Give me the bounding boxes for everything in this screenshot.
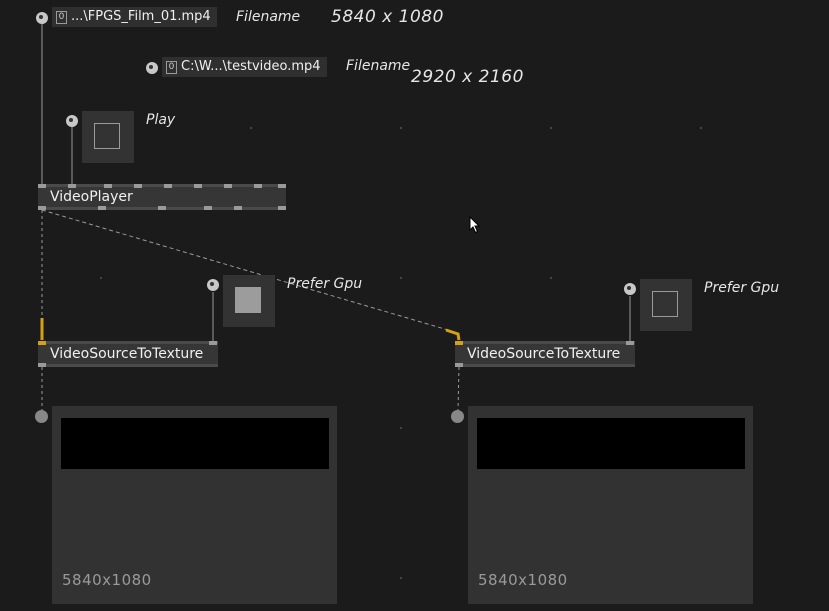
videoplayer-input-pin[interactable] (38, 184, 46, 188)
filename-2-resolution: 2920 x 2160 (411, 67, 524, 87)
filename-1-resolution: 5840 x 1080 (331, 7, 444, 27)
prefer-gpu-2-label: Prefer Gpu (704, 280, 780, 296)
play-pin[interactable] (66, 115, 78, 127)
videoplayer-input-pin[interactable] (164, 184, 172, 188)
videoplayer-input-pin[interactable] (68, 184, 76, 188)
vstt-1-node-title: VideoSourceToTexture (50, 346, 204, 362)
videoplayer-input-pin[interactable] (134, 184, 142, 188)
preview-2-pin[interactable] (451, 410, 464, 423)
preview-1-screen (61, 418, 329, 469)
prefer-gpu-2-toggle[interactable] (640, 279, 692, 331)
videoplayer-output-pin[interactable] (278, 206, 286, 210)
vstt-1-output-pin[interactable] (38, 363, 46, 367)
preview-1-pin[interactable] (35, 410, 48, 423)
preview-2-screen (477, 418, 745, 469)
videoplayer-input-pin[interactable] (278, 184, 286, 188)
videoplayer-input-pin[interactable] (194, 184, 202, 188)
vstt-2-node[interactable]: VideoSourceToTexture (455, 341, 635, 367)
filename-2-label: Filename (346, 58, 411, 74)
link-vstt-2-to-preview[interactable] (457, 366, 460, 411)
prefer-gpu-1-label: Prefer Gpu (287, 276, 363, 292)
play-toggle[interactable] (82, 111, 134, 163)
filename-1-pin[interactable] (36, 12, 48, 24)
patch-canvas[interactable]: 0 ...\FPGS_Film_01.mp4 Filename 5840 x 10… (0, 0, 829, 611)
zero-marker: 0 (56, 11, 67, 24)
vstt-1-input-pin[interactable] (209, 341, 217, 345)
filename-2-input[interactable]: 0 C:\W...\testvideo.mp4 (162, 57, 327, 77)
vstt-2-input-pin[interactable] (455, 341, 463, 345)
filename-1-input[interactable]: 0 ...\FPGS_Film_01.mp4 (52, 7, 217, 27)
prefer-gpu-2-pin[interactable] (624, 283, 636, 295)
node-top-bar (38, 341, 218, 344)
vstt-2-node-title: VideoSourceToTexture (467, 346, 621, 362)
vstt-1-node[interactable]: VideoSourceToTexture (38, 341, 218, 367)
videoplayer-output-pin[interactable] (38, 206, 46, 210)
play-toggle-box (94, 123, 120, 149)
zero-marker: 0 (166, 61, 177, 74)
vstt-2-input-pin[interactable] (626, 341, 634, 345)
videoplayer-input-pin[interactable] (104, 184, 112, 188)
filename-2-pin[interactable] (146, 62, 158, 74)
videoplayer-output-pin[interactable] (234, 206, 242, 210)
videoplayer-input-pin[interactable] (254, 184, 262, 188)
filename-1-label: Filename (236, 9, 301, 25)
play-label: Play (146, 112, 176, 128)
node-top-bar (455, 341, 635, 344)
preview-1-panel: 5840x1080 (52, 406, 337, 604)
node-bottom-bar (38, 364, 218, 367)
vstt-2-output-pin[interactable] (455, 363, 463, 367)
filename-1-value: ...\FPGS_Film_01.mp4 (71, 9, 211, 24)
videoplayer-output-pin[interactable] (158, 206, 166, 210)
prefer-gpu-2-toggle-box (652, 291, 678, 317)
vstt-1-input-pin[interactable] (38, 341, 46, 345)
videoplayer-output-pin[interactable] (98, 206, 106, 210)
filename-2-value: C:\W...\testvideo.mp4 (181, 59, 321, 74)
link-selected-segment-2[interactable] (445, 328, 461, 341)
prefer-gpu-1-pin[interactable] (207, 279, 219, 291)
prefer-gpu-1-toggle[interactable] (223, 275, 275, 327)
preview-1-resolution: 5840x1080 (62, 571, 152, 589)
preview-2-resolution: 5840x1080 (478, 571, 568, 589)
videoplayer-input-pin[interactable] (224, 184, 232, 188)
preview-2-panel: 5840x1080 (468, 406, 753, 604)
prefer-gpu-1-toggle-box (235, 287, 261, 313)
node-bottom-bar (455, 364, 635, 367)
videoplayer-node-title: VideoPlayer (50, 189, 133, 205)
mouse-pointer-icon (469, 216, 481, 234)
videoplayer-output-pin[interactable] (204, 206, 212, 210)
